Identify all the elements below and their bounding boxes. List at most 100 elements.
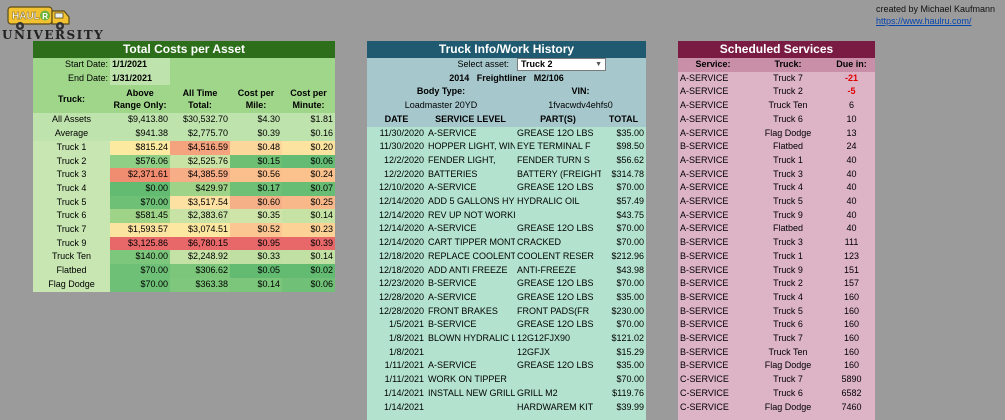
scheduled-service-row: B-SERVICE Truck 6 160: [678, 318, 875, 332]
asset-select-dropdown[interactable]: Truck 2 ▼: [517, 58, 606, 72]
body-type-label: Body Type:: [416, 86, 466, 97]
scheduled-service-row: A-SERVICE Truck 2 -5: [678, 85, 875, 99]
col-parts: PART(S): [515, 112, 601, 127]
above-range-cost: $581.45: [110, 209, 170, 224]
work-service-level: A-SERVICE: [428, 291, 477, 302]
work-history-row: 12/28/2020 FRONT BRAKES FRONT PADS(FR $230.…: [367, 305, 646, 319]
end-date-label: End Date:: [33, 71, 110, 86]
end-date-value[interactable]: 1/31/2021: [110, 71, 170, 86]
work-history-row: 1/14/2021 INSTALL NEW GRILL GRILL M2 $119.7…: [367, 387, 646, 401]
end-date-row: End Date: 1/31/2021: [33, 71, 336, 86]
start-date-row: Start Date: 1/1/2021: [33, 58, 336, 72]
cost-per-minute: $0.39: [282, 236, 336, 251]
asset-select-row: Select asset: Truck 2 ▼: [367, 58, 646, 72]
scheduled-service-row: A-SERVICE Truck Ten 6: [678, 99, 875, 113]
scheduled-service-row: A-SERVICE Truck 5 40: [678, 195, 875, 209]
service-due-in: 13: [846, 127, 857, 138]
scheduled-service-row: B-SERVICE Truck 5 160: [678, 305, 875, 319]
service-truck: Truck 7: [773, 374, 803, 385]
work-service-level: REV UP NOT WORKING: [428, 209, 515, 220]
work-parts: EYE TERMINAL F: [517, 141, 591, 152]
cost-per-mile: $0.15: [230, 154, 282, 169]
asset-cost-row: Truck 7 $1,593.57 $3,074.51 $0.52 $0.23: [33, 223, 336, 237]
service-due-in: 151: [843, 264, 860, 275]
header-cost-mile: Cost per Mile:: [230, 85, 282, 114]
work-service-level: BATTERIES: [428, 168, 478, 179]
service-type: B-SERVICE: [680, 333, 729, 344]
body-vin-value-row: Loadmaster 20YD 1fvacwdv4ehfs0: [367, 99, 646, 113]
credit-link[interactable]: https://www.haulru.com/: [876, 16, 972, 26]
work-total: $230.00: [611, 305, 644, 316]
logo-subtitle: UNIVERSITY: [2, 28, 105, 42]
service-due-in: 40: [846, 182, 857, 193]
cost-per-mile: $0.33: [230, 250, 282, 265]
scheduled-service-row: C-SERVICE Truck 6 6582: [678, 387, 875, 401]
asset-cost-row: Truck Ten $140.00 $2,248.92 $0.33 $0.14: [33, 250, 336, 265]
total-costs-table: Start Date: 1/1/2021 End Date: 1/31/2021…: [33, 58, 336, 292]
work-total: $70.00: [616, 182, 644, 193]
work-service-level: ADD 5 GALLONS HYD: [428, 196, 515, 207]
service-type: A-SERVICE: [680, 72, 729, 83]
work-history-row: 1/11/2021 A-SERVICE GREASE 12O LBS $35.00: [367, 359, 646, 373]
all-time-total: $3,517.54: [170, 195, 230, 210]
service-due-in: -5: [847, 86, 856, 97]
body-type-value: Loadmaster 20YD: [404, 100, 478, 111]
above-range-cost: $1,593.57: [110, 223, 170, 237]
work-parts: HARDWAREM KIT: [517, 401, 594, 412]
chevron-down-icon[interactable]: ▼: [595, 59, 602, 70]
service-due-in: 7460: [841, 401, 862, 412]
all-time-total: $2,775.70: [170, 127, 230, 141]
work-parts: GREASE 12O LBS: [517, 319, 594, 330]
work-parts: CRACKED: [517, 237, 562, 248]
work-parts: HYDRALIC OIL: [517, 196, 580, 207]
header-truck: Truck:: [33, 85, 110, 114]
services-header: Service: Truck: Due in:: [678, 58, 875, 72]
cost-per-mile: $0.48: [230, 140, 282, 155]
above-range-cost: $0.00: [110, 181, 170, 196]
scheduled-service-row: B-SERVICE Truck 9 151: [678, 264, 875, 278]
work-date: 1/11/2021: [384, 374, 424, 385]
work-service-level: FRONT BRAKES: [428, 305, 498, 316]
work-date: 12/2/2020: [383, 168, 424, 179]
asset-cost-row: Flatbed $70.00 $306.62 $0.05 $0.02: [33, 264, 336, 278]
asset-name: Truck 2: [33, 154, 110, 169]
work-date: 12/14/2020: [378, 223, 424, 234]
col-total: TOTAL: [601, 112, 646, 127]
asset-cost-row: Average $941.38 $2,775.70 $0.39 $0.16: [33, 127, 336, 141]
work-date: 12/14/2020: [378, 237, 424, 248]
service-truck: Flag Dodge: [764, 127, 812, 138]
col-service-level: SERVICE LEVEL: [426, 112, 515, 127]
cost-per-minute: $0.06: [282, 277, 336, 292]
credit-text: created by Michael Kaufmann: [876, 4, 996, 14]
asset-name: Truck 1: [33, 140, 110, 155]
work-parts: BATTERY (FREIGHT: [517, 168, 601, 179]
service-truck: Truck 6: [773, 319, 803, 330]
work-history-row: 1/8/2021 12GFJX $15.29: [367, 346, 646, 360]
col-truck: Truck:: [748, 58, 828, 72]
start-date-value[interactable]: 1/1/2021: [110, 58, 170, 72]
work-parts: GRILL M2: [517, 387, 558, 398]
cost-per-mile: $0.60: [230, 195, 282, 210]
all-time-total: $2,248.92: [170, 250, 230, 265]
service-due-in: 160: [843, 305, 860, 316]
col-date: DATE: [367, 112, 426, 127]
vehicle-year: 2014: [449, 72, 470, 83]
header-cost-minute: Cost per Minute:: [282, 85, 336, 114]
work-parts: 12GFJX: [517, 346, 551, 357]
above-range-cost: $941.38: [110, 127, 170, 141]
col-service: Service:: [678, 58, 748, 72]
service-due-in: 5890: [841, 374, 862, 385]
all-time-total: $4,385.59: [170, 168, 230, 182]
cost-per-minute: $1.81: [282, 113, 336, 128]
work-date: 1/5/2021: [388, 319, 424, 330]
service-truck: Flag Dodge: [764, 401, 812, 412]
work-service-level: CART TIPPER MONT: [428, 237, 515, 248]
cost-per-mile: $0.35: [230, 209, 282, 224]
work-date: 11/30/2020: [379, 127, 424, 138]
service-type: A-SERVICE: [680, 100, 729, 111]
service-due-in: 160: [843, 346, 860, 357]
service-type: C-SERVICE: [680, 374, 729, 385]
asset-name: Truck 7: [33, 223, 110, 237]
service-type: A-SERVICE: [680, 113, 729, 124]
work-service-level: WORK ON TIPPER: [428, 374, 507, 385]
